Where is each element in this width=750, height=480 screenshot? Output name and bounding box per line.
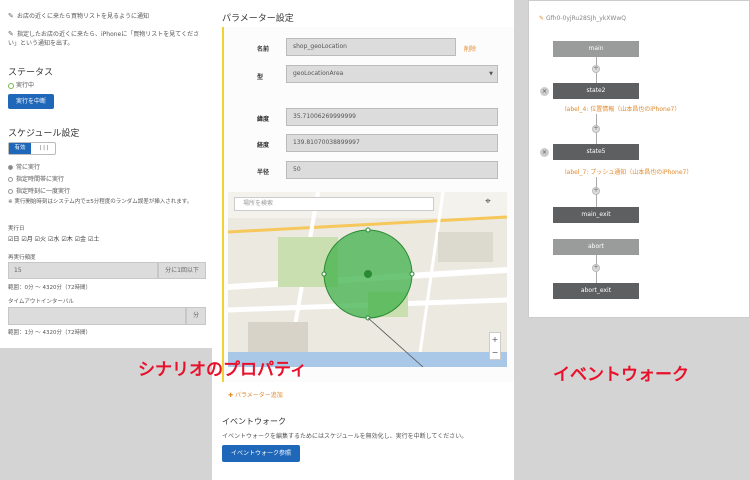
type-label: 型 — [257, 74, 264, 81]
radius-input[interactable]: 50 — [286, 161, 498, 179]
day-sun[interactable]: ☑日 — [8, 236, 19, 243]
map-search-input[interactable]: 場所を検索 — [234, 197, 434, 211]
node-main[interactable]: main — [553, 41, 639, 57]
interval-label: 再実行頻度 — [8, 255, 36, 261]
radio-once[interactable]: 指定時刻に一度実行 — [8, 186, 70, 195]
random-delay-note: ※ 実行開始時刻はシステム内で±5分程度のランダム誤差が挿入されます。 — [8, 199, 193, 205]
delete-link[interactable]: 削除 — [464, 44, 476, 53]
eventwalk-reference-button[interactable]: イベントウォーク参照 — [222, 445, 300, 462]
remove-node-icon[interactable]: × — [540, 148, 549, 157]
remove-node-icon[interactable]: × — [540, 87, 549, 96]
timeout-input[interactable] — [8, 307, 186, 325]
day-wed[interactable]: ☑水 — [48, 236, 59, 243]
location-pin-icon[interactable]: ⌖ — [481, 195, 495, 209]
parameter-panel: パラメーター設定 名前 shop_geoLocation 削除 型 geoLoc… — [212, 0, 514, 480]
radius-label: 半径 — [257, 169, 270, 176]
description-line-1: ✎ お店の近くに来たら買物リストを見るように通知 — [8, 12, 150, 21]
flow-id: ✎ Gfh0-0yjRu28SJh_ykXWwQ — [539, 15, 626, 22]
eventwalk-caption: イベントウォーク — [553, 365, 689, 385]
pencil-icon[interactable]: ✎ — [8, 13, 14, 20]
toggle-off[interactable]: | | | — [33, 143, 55, 154]
interval-range: 範囲：0分 ～ 4320分（72時間） — [8, 285, 91, 291]
state5-label: label_7: プッシュ通知（山本昌也のiPhone7） — [565, 169, 693, 176]
name-label: 名前 — [257, 46, 270, 53]
timeout-label: タイムアウトインターバル — [8, 299, 74, 305]
add-node-icon[interactable]: + — [592, 264, 600, 272]
pencil-icon[interactable]: ✎ — [539, 15, 544, 22]
dropdown-arrow-icon: ▼ — [489, 71, 493, 77]
eventwalk-heading: イベントウォーク — [222, 417, 286, 426]
scenario-properties-caption: シナリオのプロパティ — [138, 360, 307, 380]
add-node-icon[interactable]: + — [592, 125, 600, 133]
scenario-properties-panel: ✎ お店の近くに来たら買物リストを見るように通知 ✎ 指定したお店の近くに来たら、i… — [0, 0, 212, 348]
day-tue[interactable]: ☑火 — [35, 236, 46, 243]
day-mon[interactable]: ☑月 — [21, 236, 32, 243]
eventwalk-description: イベントウォークを編集するためにはスケジュールを無効化し、実行を中断してください… — [222, 433, 468, 440]
node-state5[interactable]: state5 — [553, 144, 639, 160]
name-input[interactable]: shop_geoLocation — [286, 38, 456, 56]
status-indicator: 実行中 — [8, 80, 34, 89]
run-days-label: 実行日 — [8, 226, 25, 232]
state2-label: label_4: 位置情報（山本昌也のiPhone7） — [565, 106, 681, 113]
status-heading: ステータス — [8, 68, 54, 78]
zoom-out-button[interactable]: − — [490, 346, 500, 359]
longitude-input[interactable]: 139.81070038899997 — [286, 134, 498, 152]
day-sat[interactable]: ☑土 — [88, 236, 99, 243]
timeout-unit: 分 — [186, 307, 206, 325]
eventwalk-panel: ✎ Gfh0-0yjRu28SJh_ykXWwQ main + × state2… — [528, 0, 750, 318]
pencil-icon[interactable]: ✎ — [8, 31, 14, 38]
timeout-range: 範囲：1分 ～ 4320分（72時間） — [8, 330, 91, 336]
plus-icon: ✚ — [228, 392, 234, 399]
map-graphic — [228, 192, 507, 367]
radio-always[interactable]: 常に実行 — [8, 162, 40, 171]
parameter-settings-title: パラメーター設定 — [222, 14, 294, 24]
radio-time-range[interactable]: 指定時間帯に実行 — [8, 174, 64, 183]
map-view[interactable]: 場所を検索 ⌖ + − — [228, 192, 507, 367]
node-abort[interactable]: abort — [553, 239, 639, 255]
add-parameter-link[interactable]: ✚ パラメーター追加 — [228, 390, 283, 399]
type-select[interactable]: geoLocationArea ▼ — [286, 65, 498, 83]
stop-execution-button[interactable]: 実行を中断 — [8, 94, 54, 109]
latitude-label: 緯度 — [257, 116, 270, 123]
run-days: ☑日 ☑月 ☑火 ☑水 ☑木 ☑金 ☑土 — [8, 234, 99, 243]
zoom-controls: + − — [489, 332, 501, 360]
running-icon — [8, 82, 14, 89]
schedule-heading: スケジュール設定 — [8, 129, 80, 139]
interval-input[interactable]: 15 — [8, 262, 158, 279]
node-main-exit[interactable]: main_exit — [553, 207, 639, 223]
longitude-label: 経度 — [257, 142, 270, 149]
day-fri[interactable]: ☑金 — [75, 236, 86, 243]
description-line-2: ✎ 指定したお店の近くに来たら、iPhoneに「買物リストを見てください」という通… — [8, 30, 200, 48]
node-abort-exit[interactable]: abort_exit — [553, 283, 639, 299]
add-node-icon[interactable]: + — [592, 65, 600, 73]
add-node-icon[interactable]: + — [592, 187, 600, 195]
toggle-on[interactable]: 有効 — [9, 143, 31, 154]
node-state2[interactable]: state2 — [553, 83, 639, 99]
latitude-input[interactable]: 35.71006269999999 — [286, 108, 498, 126]
schedule-toggle[interactable]: 有効 | | | — [8, 142, 56, 155]
interval-unit: 分に1回以下 — [158, 262, 206, 279]
zoom-in-button[interactable]: + — [490, 333, 500, 346]
day-thu[interactable]: ☑木 — [61, 236, 72, 243]
